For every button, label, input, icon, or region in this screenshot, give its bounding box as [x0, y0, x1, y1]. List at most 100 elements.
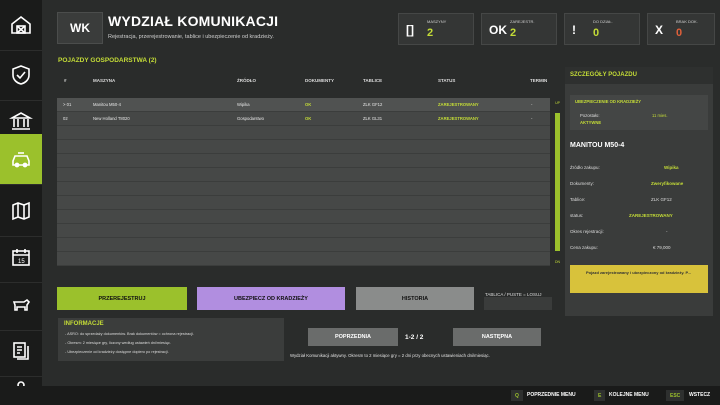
documents-icon [13, 342, 29, 360]
cell-docs: OK [305, 116, 312, 121]
table-row-empty [57, 126, 550, 140]
column-header: ŹRÓDŁO [237, 78, 256, 83]
cell-term: - [531, 102, 533, 107]
column-header: DOKUMENTY [305, 78, 334, 83]
farm-icon [11, 15, 31, 34]
stat-label: DO DZIAŁ. [593, 19, 613, 24]
department-badge: WK [57, 12, 103, 44]
field-label: Dokumenty: [570, 181, 595, 186]
column-header: MASZYNA [93, 78, 116, 83]
scroll-thumb[interactable] [555, 113, 560, 251]
field-label: Okres rejestracji: [570, 229, 604, 234]
status-message: Wydział Komunikacji aktywny. Okresm to 2… [290, 353, 490, 358]
field-value: Wipika [664, 165, 679, 170]
prev-menu-label[interactable]: POPRZEDNIE MENU [527, 392, 576, 398]
prev-menu-key[interactable]: Q [511, 390, 523, 401]
table-row-empty [57, 224, 550, 238]
field-label: status: [570, 213, 584, 218]
vehicle-details-panel: SZCZEGÓŁY POJAZDU UBEZPIECZENIE OD KRADZ… [565, 67, 713, 316]
page-indicator: 1-2 / 2 [405, 334, 424, 341]
details-header: SZCZEGÓŁY POJAZDU [565, 67, 713, 84]
cell-num: > 01 [63, 102, 72, 107]
stat-value: 2 [510, 27, 517, 39]
field-label: Tablice: [570, 197, 586, 202]
next-menu-key[interactable]: E [594, 390, 606, 401]
table-row-empty [57, 154, 550, 168]
cell-term: - [531, 116, 533, 121]
sidebar-item-map[interactable] [0, 186, 42, 237]
table-row[interactable]: > 01 Manitou M50-4 Wipika OK ZLK GF12 ZA… [57, 98, 550, 112]
details-title: SZCZEGÓŁY POJAZDU [570, 72, 637, 78]
scroll-up-label[interactable]: UP [553, 101, 562, 105]
table-row-empty [57, 140, 550, 154]
stat-missing-docs: X BRAK DOK. 0 [647, 13, 715, 45]
table-row-empty [57, 238, 550, 252]
cell-status: ZAREJESTROWANY [438, 116, 479, 121]
field-value: ZLK GF12 [651, 197, 672, 202]
stat-value: 0 [593, 27, 600, 39]
livestock-icon [12, 298, 31, 311]
column-header: TABLICE [363, 78, 383, 83]
column-header: STATUS [438, 78, 456, 83]
calendar-icon: 15 [12, 249, 30, 266]
page-title: WYDZIAŁ KOMUNIKACJI [108, 13, 279, 29]
table-row-empty [57, 252, 550, 266]
table-row[interactable]: 02 New Holland T8020 Gospodarstwo OK ZLK… [57, 112, 550, 126]
cell-name: Manitou M50-4 [93, 102, 121, 107]
info-panel: INFORMACJE - ASRO: do sprzedaży dokument… [58, 318, 284, 361]
map-icon [12, 201, 30, 221]
stat-symbol: ! [572, 23, 576, 37]
plates-input[interactable] [484, 297, 552, 310]
back-key[interactable]: ESC [666, 390, 685, 401]
field-label: Źródło zakupu: [570, 165, 600, 170]
field-value: ZAREJESTROWANY [629, 213, 673, 218]
insure-theft-button[interactable]: UBEZPIECZ OD KRADZIEŻY [197, 287, 345, 310]
sidebar-item-vehicles[interactable] [0, 134, 42, 185]
history-button[interactable]: HISTORIA [356, 287, 474, 310]
svg-text:15: 15 [18, 259, 25, 265]
insurance-status-box: UBEZPIECZENIE OD KRADZIEŻY Pozostało: 11… [570, 95, 708, 130]
cell-plates: ZLK GL31 [363, 116, 383, 121]
cell-docs: OK [305, 102, 312, 107]
sidebar-item-livestock[interactable] [0, 280, 42, 331]
stat-value: 0 [676, 27, 683, 39]
sidebar-item-farm[interactable] [0, 0, 42, 51]
reregister-button[interactable]: PRZEREJESTRUJ [57, 287, 187, 310]
details-note: Pojazd zarejestrowany i ubezpieczony od … [570, 265, 708, 293]
table-row-empty [57, 196, 550, 210]
column-header: # [64, 78, 67, 83]
table-row-empty [57, 182, 550, 196]
scroll-down-label[interactable]: DN [553, 260, 562, 264]
sidebar-item-insurance[interactable] [0, 50, 42, 101]
back-label[interactable]: WSTECZ [689, 392, 710, 398]
table-row-empty [57, 210, 550, 224]
stat-label: MASZYNY [427, 19, 447, 24]
next-menu-label[interactable]: KOLEJNE MENU [609, 392, 649, 398]
info-line: - Ubezpieczenie od kradzieży dostępne do… [65, 350, 169, 354]
info-line: - ASRO: do sprzedaży dokumentów. Brak do… [65, 332, 194, 336]
stat-symbol: X [655, 23, 664, 37]
insurance-title: UBEZPIECZENIE OD KRADZIEŻY [575, 99, 642, 104]
cell-plates: ZLK GF12 [363, 102, 383, 107]
column-header: TERMIN [530, 78, 548, 83]
field-label: Cena zakupu: [570, 245, 598, 250]
remaining-value: 11 mies. [652, 113, 668, 118]
insurance-status: AKTYWNE [580, 120, 602, 125]
vehicle-table: > 01 Manitou M50-4 Wipika OK ZLK GF12 ZA… [57, 98, 550, 266]
info-title: INFORMACJE [64, 321, 104, 327]
next-page-button[interactable]: NASTĘPNA [453, 328, 541, 346]
details-note-text: Pojazd zarejestrowany i ubezpieczony od … [586, 270, 691, 275]
prev-page-button[interactable]: POPRZEDNIA [308, 328, 398, 346]
table-row-empty [57, 168, 550, 182]
sidebar: 15 [0, 0, 42, 405]
stat-registered: OK ZAREJESTR. 2 [481, 13, 557, 45]
table-scrollbar[interactable]: UP DN [553, 98, 562, 266]
cell-num: 02 [63, 116, 68, 121]
sidebar-item-documents[interactable] [0, 326, 42, 377]
vehicle-icon [12, 152, 30, 168]
stat-to-do: ! DO DZIAŁ. 0 [564, 13, 640, 45]
remaining-label: Pozostało: [580, 113, 600, 118]
shield-check-icon [12, 65, 30, 85]
field-value: € 79,000 [653, 245, 671, 250]
sidebar-item-calendar[interactable]: 15 [0, 232, 42, 283]
